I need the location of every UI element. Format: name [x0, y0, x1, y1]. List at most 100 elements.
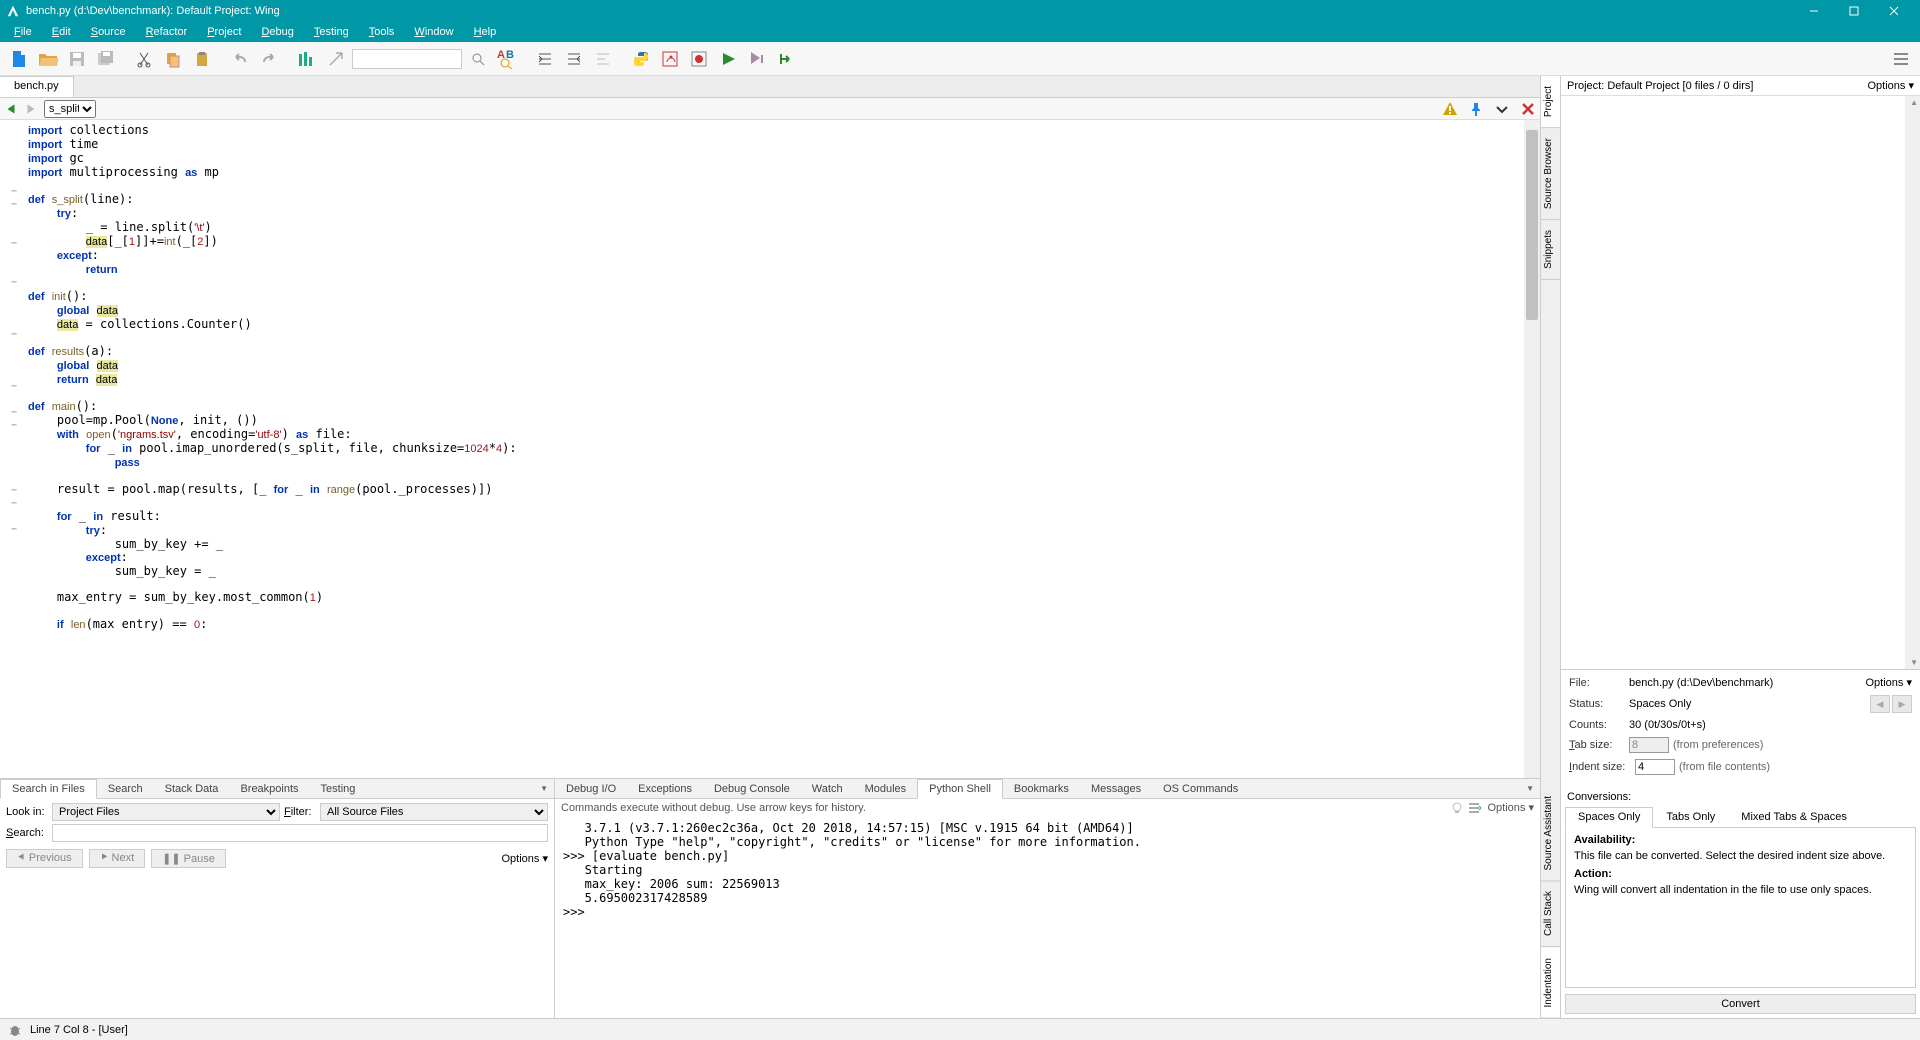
undo-button[interactable] [227, 46, 253, 72]
menu-edit[interactable]: Edit [42, 24, 81, 40]
sa-tabsize-input[interactable] [1629, 737, 1669, 753]
bulb-icon[interactable] [1450, 801, 1464, 815]
main-toolbar: AB [0, 42, 1920, 76]
python-shell[interactable]: 3.7.1 (v3.7.1:260ec2c36a, Oct 20 2018, 1… [555, 817, 1540, 1018]
tab-search-in-files[interactable]: Search in Files [0, 779, 97, 799]
vtab-source-assistant[interactable]: Source Assistant [1541, 786, 1560, 881]
vtab-source-browser[interactable]: Source Browser [1541, 128, 1560, 220]
symbol-selector[interactable]: s_split [44, 100, 96, 118]
vtab-snippets[interactable]: Snippets [1541, 220, 1560, 280]
vtab-indentation[interactable]: Indentation [1541, 948, 1560, 1019]
pin-icon[interactable] [1468, 101, 1484, 117]
bright-dropdown-icon[interactable]: ▼ [1520, 784, 1540, 793]
sa-indent-input[interactable] [1635, 759, 1675, 775]
list-icon[interactable] [1467, 801, 1481, 815]
find-replace-icon[interactable]: AB [494, 46, 520, 72]
tab-watch[interactable]: Watch [801, 780, 854, 798]
chevron-down-icon[interactable] [1494, 101, 1510, 117]
menu-tools[interactable]: Tools [359, 24, 405, 40]
project-options[interactable]: Options ▾ [1868, 79, 1915, 92]
tab-testing[interactable]: Testing [310, 780, 367, 798]
menu-file[interactable]: File [4, 24, 42, 40]
save-button[interactable] [64, 46, 90, 72]
tab-exceptions[interactable]: Exceptions [627, 780, 703, 798]
menu-help[interactable]: Help [464, 24, 507, 40]
open-file-button[interactable] [35, 46, 61, 72]
pause-button[interactable]: ❚❚ Pause [151, 849, 226, 868]
debug-button[interactable] [744, 46, 770, 72]
tab-python-shell[interactable]: Python Shell [917, 779, 1003, 799]
step-button[interactable] [773, 46, 799, 72]
symbol-index-button[interactable] [294, 46, 320, 72]
lookin-select[interactable]: Project Files [52, 803, 280, 821]
convert-button[interactable]: Convert [1565, 994, 1916, 1014]
copy-button[interactable] [160, 46, 186, 72]
indent-button[interactable] [532, 46, 558, 72]
minimize-button[interactable] [1794, 0, 1834, 22]
hamburger-icon[interactable] [1888, 46, 1914, 72]
menu-testing[interactable]: Testing [304, 24, 359, 40]
nav-back-icon[interactable] [4, 102, 18, 116]
tab-stack-data[interactable]: Stack Data [154, 780, 230, 798]
menu-project[interactable]: Project [197, 24, 251, 40]
close-editor-icon[interactable] [1520, 101, 1536, 117]
tab-messages[interactable]: Messages [1080, 780, 1152, 798]
file-tab-bench[interactable]: bench.py [0, 76, 74, 97]
menu-window[interactable]: Window [404, 24, 463, 40]
tab-bookmarks[interactable]: Bookmarks [1003, 780, 1080, 798]
goto-definition-button[interactable] [323, 46, 349, 72]
tab-search[interactable]: Search [97, 780, 154, 798]
conv-tab-tabs-only[interactable]: Tabs Only [1653, 807, 1728, 827]
menu-refactor[interactable]: Refactor [136, 24, 198, 40]
filter-select[interactable]: All Source Files [320, 803, 548, 821]
vtab-project[interactable]: Project [1541, 76, 1560, 128]
maximize-button[interactable] [1834, 0, 1874, 22]
debug-config-icon[interactable] [657, 46, 683, 72]
tab-debug-i-o[interactable]: Debug I/O [555, 780, 627, 798]
bug-icon[interactable] [8, 1023, 22, 1037]
code-area[interactable]: import collections import time import gc… [28, 120, 1524, 778]
outdent-button[interactable] [561, 46, 587, 72]
menu-source[interactable]: Source [81, 24, 136, 40]
search-icon[interactable] [465, 46, 491, 72]
comment-button[interactable] [590, 46, 616, 72]
sa-next-button[interactable]: ▶ [1892, 695, 1912, 713]
bleft-options[interactable]: Options ▾ [502, 852, 549, 865]
paste-button[interactable] [189, 46, 215, 72]
menu-debug[interactable]: Debug [251, 24, 303, 40]
tab-breakpoints[interactable]: Breakpoints [229, 780, 309, 798]
conv-tab-mixed-tabs-spaces[interactable]: Mixed Tabs & Spaces [1728, 807, 1860, 827]
bleft-dropdown-icon[interactable]: ▼ [534, 784, 554, 793]
warning-icon[interactable] [1442, 101, 1458, 117]
breakpoint-icon[interactable] [686, 46, 712, 72]
vertical-scrollbar[interactable] [1524, 120, 1540, 778]
tab-modules[interactable]: Modules [854, 780, 918, 798]
nav-forward-icon[interactable] [24, 102, 38, 116]
sa-prev-button[interactable]: ◀ [1870, 695, 1890, 713]
conv-tab-spaces-only[interactable]: Spaces Only [1565, 807, 1653, 828]
new-file-button[interactable] [6, 46, 32, 72]
menubar: FileEditSourceRefactorProjectDebugTestin… [0, 22, 1920, 42]
toolbar-search-input[interactable] [352, 49, 462, 69]
conversion-tabs: Spaces OnlyTabs OnlyMixed Tabs & Spaces [1565, 807, 1916, 828]
previous-button[interactable]: ⯇ Previous [6, 849, 83, 868]
vtab-call-stack[interactable]: Call Stack [1541, 881, 1560, 947]
sa-counts-value: 30 (0t/30s/0t+s) [1629, 719, 1912, 731]
python-icon[interactable] [628, 46, 654, 72]
close-button[interactable] [1874, 0, 1914, 22]
fold-gutter[interactable]: −−−−−−−−−−− [0, 120, 28, 778]
save-all-button[interactable] [93, 46, 119, 72]
project-tree[interactable]: ▲ ▼ [1561, 96, 1920, 670]
tab-debug-console[interactable]: Debug Console [703, 780, 801, 798]
next-button[interactable]: ⯈ Next [89, 849, 145, 868]
editor[interactable]: −−−−−−−−−−− import collections import ti… [0, 120, 1540, 778]
redo-button[interactable] [256, 46, 282, 72]
sa-options[interactable]: Options ▾ [1866, 676, 1913, 689]
search-input[interactable] [52, 824, 548, 842]
tab-os-commands[interactable]: OS Commands [1152, 780, 1249, 798]
cut-button[interactable] [131, 46, 157, 72]
run-button[interactable] [715, 46, 741, 72]
project-title: Project: Default Project [0 files / 0 di… [1567, 80, 1753, 92]
lookin-label: Look in: [6, 806, 48, 818]
bright-options[interactable]: Options [1488, 802, 1526, 814]
